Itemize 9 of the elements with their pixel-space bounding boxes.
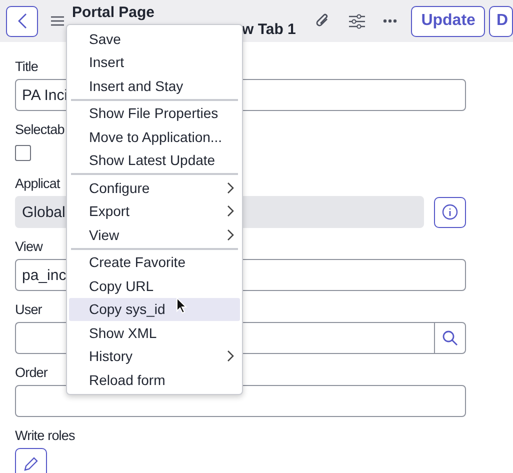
field-label: User [15,301,42,317]
field-label: Selectab [15,121,64,137]
page-title: Portal Page [72,4,156,21]
field-label: Title [15,58,38,74]
field-label: View [15,238,42,254]
field-label: Applicat [15,175,60,191]
page-subtitle: w Tab 1 [242,21,296,38]
field-label: Order [15,364,48,380]
field-label: Write roles [15,427,75,443]
